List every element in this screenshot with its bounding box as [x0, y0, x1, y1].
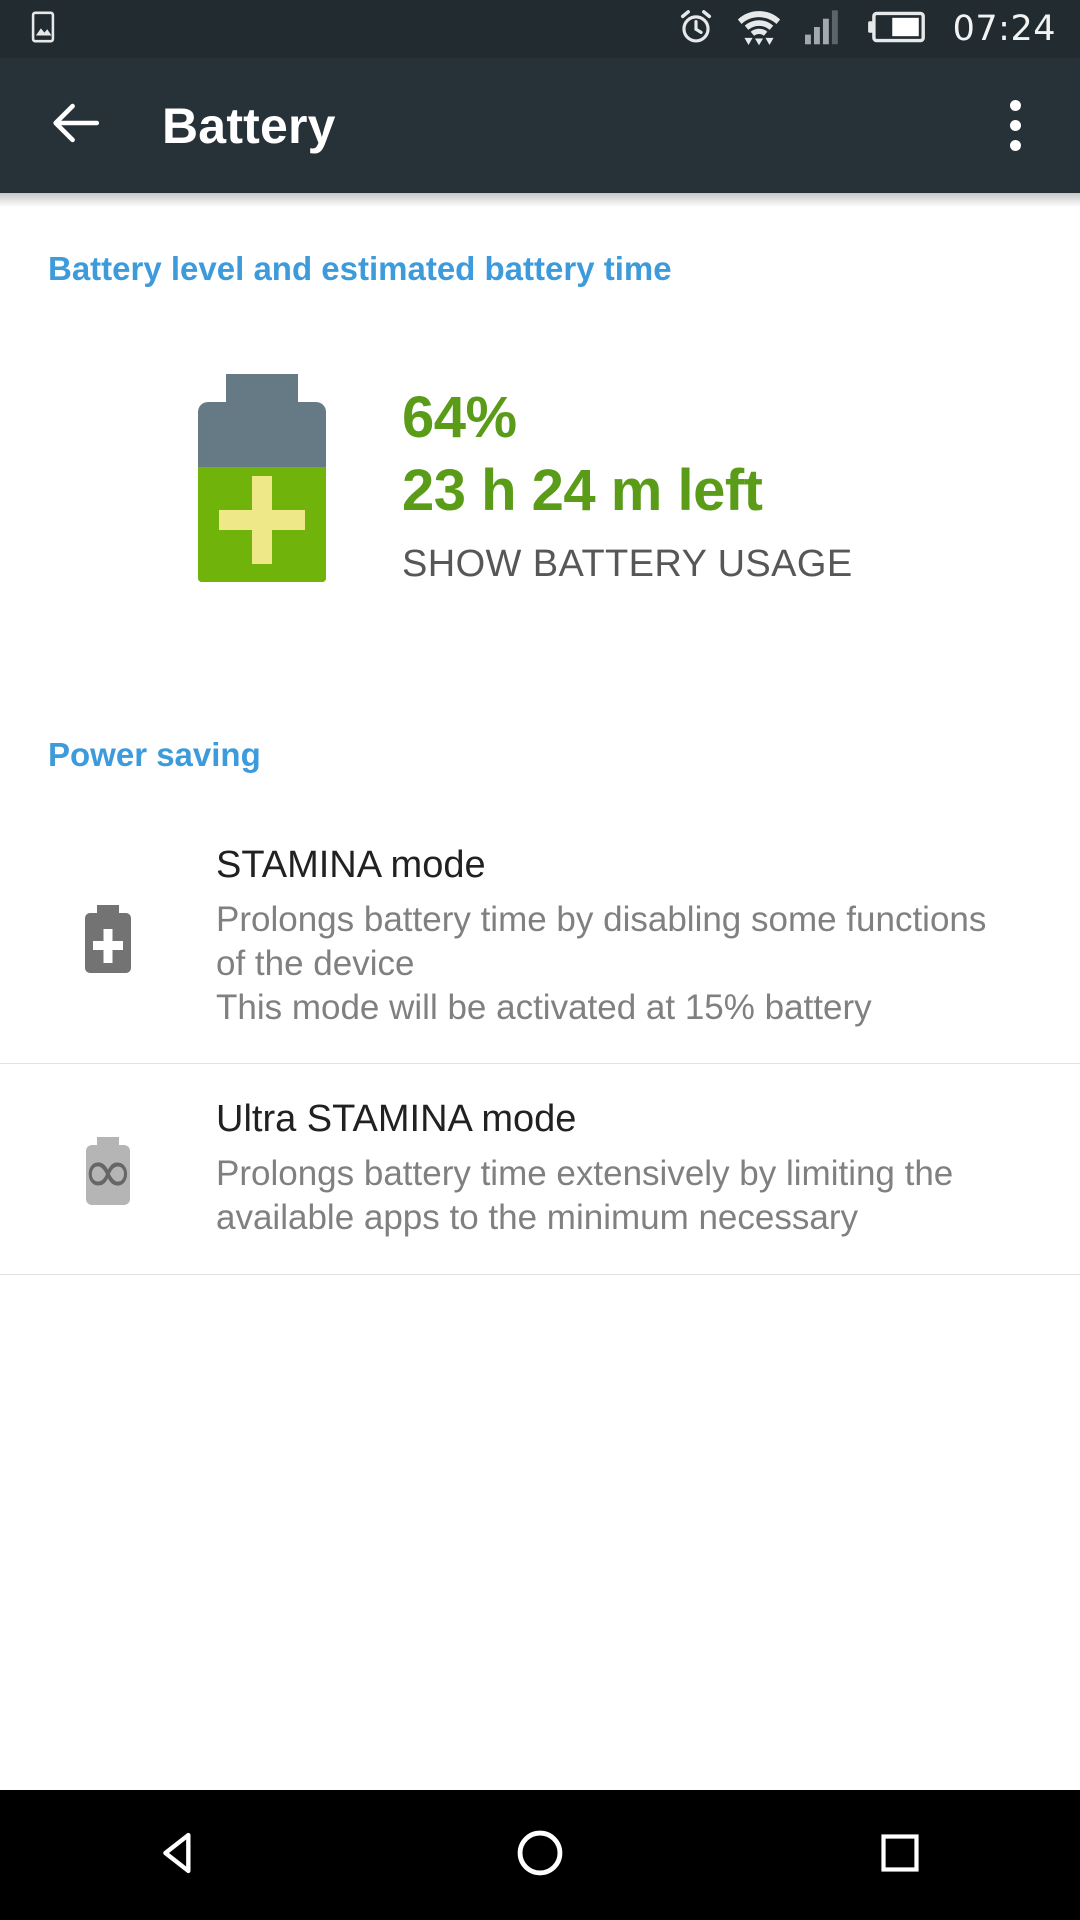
- phone-screen: 07:24 Battery Battery level and estimate…: [0, 0, 1080, 1920]
- section-header-power-saving: Power saving: [48, 736, 261, 774]
- more-vertical-icon: [1009, 120, 1021, 131]
- navigation-bar: [0, 1790, 1080, 1920]
- battery-time-remaining: 23 h 24 m left: [402, 457, 763, 523]
- status-bar-clock: 07:24: [952, 8, 1056, 49]
- list-item-description-line: available apps to the minimum necessary: [216, 1197, 858, 1237]
- list-item-description-line: Prolongs battery time extensively by lim…: [216, 1154, 954, 1194]
- battery-level-graphic: [198, 374, 326, 582]
- list-item-icon: [0, 901, 216, 973]
- status-bar: 07:24: [0, 0, 1080, 58]
- list-item-title: Ultra STAMINA mode: [216, 1098, 577, 1141]
- wifi-icon: [737, 8, 781, 51]
- battery-summary-text: 64% 23 h 24 m left SHOW BATTERY USAGE: [402, 374, 853, 586]
- list-item-icon: ∞: [0, 1133, 216, 1205]
- nav-home-button[interactable]: [465, 1790, 615, 1920]
- app-bar: Battery: [0, 58, 1080, 193]
- show-battery-usage-button[interactable]: SHOW BATTERY USAGE: [402, 543, 853, 586]
- nav-home-circle-icon: [514, 1827, 566, 1884]
- nav-back-triangle-icon: [155, 1828, 205, 1883]
- list-item-text: STAMINA mode Prolongs battery time by di…: [216, 844, 1040, 1029]
- list-item-stamina-mode[interactable]: STAMINA mode Prolongs battery time by di…: [0, 810, 1080, 1065]
- battery-fill: [198, 466, 326, 582]
- settings-content: Battery level and estimated battery time…: [0, 193, 1080, 1790]
- cellular-signal-icon: [803, 8, 845, 51]
- overflow-menu-button[interactable]: [980, 81, 1050, 171]
- power-saving-list: STAMINA mode Prolongs battery time by di…: [0, 810, 1080, 1275]
- battery-plus-icon: [219, 510, 305, 530]
- back-button[interactable]: [44, 95, 106, 157]
- more-vertical-icon: [1009, 140, 1021, 151]
- list-item-description-line: Prolongs battery time by disabling some …: [216, 900, 987, 940]
- page-title: Battery: [162, 97, 336, 154]
- nav-recents-square-icon: [877, 1830, 923, 1881]
- list-item-title: STAMINA mode: [216, 844, 486, 887]
- list-item-description-line: of the device: [216, 943, 415, 983]
- status-bar-system-icons: 07:24: [677, 8, 1056, 51]
- alarm-icon: [677, 8, 715, 51]
- battery-infinity-icon: ∞: [82, 1134, 134, 1208]
- section-header-battery-level: Battery level and estimated battery time: [48, 250, 672, 287]
- nav-back-button[interactable]: [105, 1790, 255, 1920]
- nav-recents-button[interactable]: [825, 1790, 975, 1920]
- list-item-text: Ultra STAMINA mode Prolongs battery time…: [216, 1098, 1040, 1239]
- battery-body: [198, 402, 326, 582]
- arrow-left-icon: [46, 94, 104, 157]
- battery-icon: [867, 10, 925, 49]
- photo-icon: [26, 10, 60, 49]
- status-bar-notifications: [26, 10, 60, 49]
- battery-percent-value: 64%: [402, 385, 517, 450]
- battery-summary: 64% 23 h 24 m left SHOW BATTERY USAGE: [0, 374, 1080, 586]
- list-item-description-line: This mode will be activated at 15% batte…: [216, 987, 872, 1027]
- battery-plus-icon: [85, 904, 131, 973]
- more-vertical-icon: [1009, 100, 1021, 111]
- list-item-ultra-stamina-mode[interactable]: ∞ Ultra STAMINA mode Prolongs battery ti…: [0, 1064, 1080, 1275]
